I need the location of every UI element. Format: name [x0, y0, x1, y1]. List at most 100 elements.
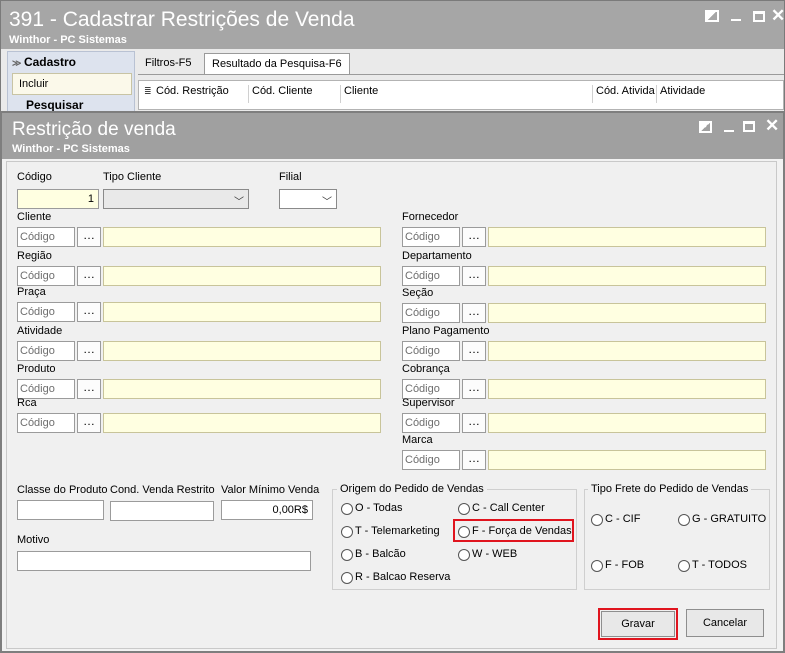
plano-pagamento-description: [488, 341, 766, 361]
radio-origem-balcao[interactable]: [341, 549, 353, 561]
regiao-code-input[interactable]: Código: [17, 266, 75, 286]
gravar-button[interactable]: Gravar: [601, 611, 675, 637]
maximize-icon[interactable]: [753, 11, 765, 22]
fornecedor-code-input[interactable]: Código: [402, 227, 460, 247]
produto-code-input[interactable]: Código: [17, 379, 75, 399]
cancelar-button[interactable]: Cancelar: [686, 609, 764, 637]
radio-frete-gratuito[interactable]: [678, 514, 690, 526]
grid-header-cod-atividade[interactable]: Cód. Ativida: [593, 85, 657, 103]
radio-origem-forca-vendas-label[interactable]: F - Força de Vendas: [472, 525, 572, 537]
cobranca-description: [488, 379, 766, 399]
maximize-icon[interactable]: [743, 121, 755, 132]
dialog-title: Restrição de venda: [12, 119, 176, 140]
minimize-icon[interactable]: [724, 130, 734, 132]
radio-origem-balcao-reserva-label[interactable]: R - Balcao Reserva: [355, 571, 450, 583]
radio-origem-todas[interactable]: [341, 503, 353, 515]
atividade-code-input[interactable]: Código: [17, 341, 75, 361]
praca-search-button[interactable]: …: [77, 302, 101, 322]
sidebar-item-incluir[interactable]: Incluir: [12, 73, 132, 95]
radio-origem-balcao-reserva[interactable]: [341, 572, 353, 584]
radio-origem-call-center[interactable]: [458, 503, 470, 515]
cliente-search-button[interactable]: …: [77, 227, 101, 247]
departamento-description: [488, 266, 766, 286]
grid-header-cod-cliente[interactable]: Cód. Cliente: [249, 85, 341, 103]
cobranca-code-input[interactable]: Código: [402, 379, 460, 399]
secao-search-button[interactable]: …: [462, 303, 486, 323]
cobranca-search-button[interactable]: …: [462, 379, 486, 399]
chevron-down-icon: ﹀: [234, 197, 244, 208]
radio-origem-todas-label[interactable]: O - Todas: [355, 502, 403, 514]
regiao-search-button[interactable]: …: [77, 266, 101, 286]
regiao-label: Região: [17, 250, 52, 262]
sidebar-header[interactable]: ≫ Cadastro: [12, 55, 76, 69]
cliente-code-input[interactable]: Código: [17, 227, 75, 247]
cond-venda-input[interactable]: [110, 501, 214, 521]
departamento-label: Departamento: [402, 250, 472, 262]
close-icon[interactable]: ✕: [771, 6, 785, 26]
radio-origem-balcao-label[interactable]: B - Balcão: [355, 548, 406, 560]
rca-description: [103, 413, 381, 433]
dialog-subtitle: Winthor - PC Sistemas: [12, 143, 130, 155]
plano-pagamento-code-input[interactable]: Código: [402, 341, 460, 361]
radio-origem-web[interactable]: [458, 549, 470, 561]
praca-description: [103, 302, 381, 322]
rca-search-button[interactable]: …: [77, 413, 101, 433]
plano-pagamento-search-button[interactable]: …: [462, 341, 486, 361]
atividade-search-button[interactable]: …: [77, 341, 101, 361]
marca-search-button[interactable]: …: [462, 450, 486, 470]
radio-frete-fob[interactable]: [591, 560, 603, 572]
radio-frete-todos-label[interactable]: T - TODOS: [692, 559, 747, 571]
rca-code-input[interactable]: Código: [17, 413, 75, 433]
filial-select[interactable]: ﹀: [279, 189, 337, 209]
grid-header-cod-restricao[interactable]: Cód. Restrição: [153, 85, 249, 103]
valor-minimo-input[interactable]: 0,00R$: [221, 500, 313, 520]
classe-produto-input[interactable]: [17, 500, 104, 520]
radio-frete-gratuito-label[interactable]: G - GRATUITO: [692, 513, 766, 525]
main-title-bar: 391 - Cadastrar Restrições de Venda Wint…: [1, 1, 785, 49]
regiao-description: [103, 266, 381, 286]
sidebar-item-pesquisar[interactable]: Pesquisar: [26, 98, 83, 112]
radio-frete-todos[interactable]: [678, 560, 690, 572]
valor-minimo-label: Valor Mínimo Venda: [221, 484, 320, 496]
produto-search-button[interactable]: …: [77, 379, 101, 399]
codigo-input[interactable]: 1: [17, 189, 99, 209]
cobranca-label: Cobrança: [402, 363, 450, 375]
sidebar: ≫ Cadastro Incluir Pesquisar: [7, 51, 135, 115]
radio-origem-telemarketing[interactable]: [341, 526, 353, 538]
radio-origem-call-center-label[interactable]: C - Call Center: [472, 502, 545, 514]
supervisor-description: [488, 413, 766, 433]
restore-icon[interactable]: [705, 10, 719, 22]
radio-origem-web-label[interactable]: W - WEB: [472, 548, 517, 560]
radio-frete-cif-label[interactable]: C - CIF: [605, 513, 640, 525]
close-icon[interactable]: ✕: [765, 116, 779, 136]
grid-menu-icon[interactable]: ≣: [144, 86, 152, 97]
radio-origem-forca-vendas[interactable]: [458, 526, 470, 538]
results-grid[interactable]: ≣ Cód. Restrição Cód. Cliente Cliente Có…: [138, 80, 784, 110]
radio-origem-telemarketing-label[interactable]: T - Telemarketing: [355, 525, 440, 537]
minimize-icon[interactable]: [731, 19, 741, 21]
tipo-cliente-select[interactable]: ﹀: [103, 189, 249, 209]
motivo-input[interactable]: [17, 551, 311, 571]
marca-label: Marca: [402, 434, 433, 446]
supervisor-search-button[interactable]: …: [462, 413, 486, 433]
departamento-search-button[interactable]: …: [462, 266, 486, 286]
restore-icon[interactable]: [699, 121, 712, 133]
secao-code-input[interactable]: Código: [402, 303, 460, 323]
grid-header-atividade[interactable]: Atividade: [657, 85, 783, 103]
tab-filtros[interactable]: Filtros-F5: [138, 53, 198, 74]
departamento-code-input[interactable]: Código: [402, 266, 460, 286]
radio-frete-cif[interactable]: [591, 514, 603, 526]
marca-code-input[interactable]: Código: [402, 450, 460, 470]
atividade-label: Atividade: [17, 325, 63, 337]
classe-produto-label: Classe do Produto: [17, 484, 108, 496]
grid-header-cliente[interactable]: Cliente: [341, 85, 593, 103]
supervisor-code-input[interactable]: Código: [402, 413, 460, 433]
cliente-label: Cliente: [17, 211, 52, 223]
cond-venda-label: Cond. Venda Restrito: [110, 484, 215, 496]
marca-description: [488, 450, 766, 470]
radio-frete-fob-label[interactable]: F - FOB: [605, 559, 644, 571]
tab-resultado[interactable]: Resultado da Pesquisa-F6: [204, 53, 350, 74]
praca-code-input[interactable]: Código: [17, 302, 75, 322]
fornecedor-label: Fornecedor: [402, 211, 459, 223]
fornecedor-search-button[interactable]: …: [462, 227, 486, 247]
